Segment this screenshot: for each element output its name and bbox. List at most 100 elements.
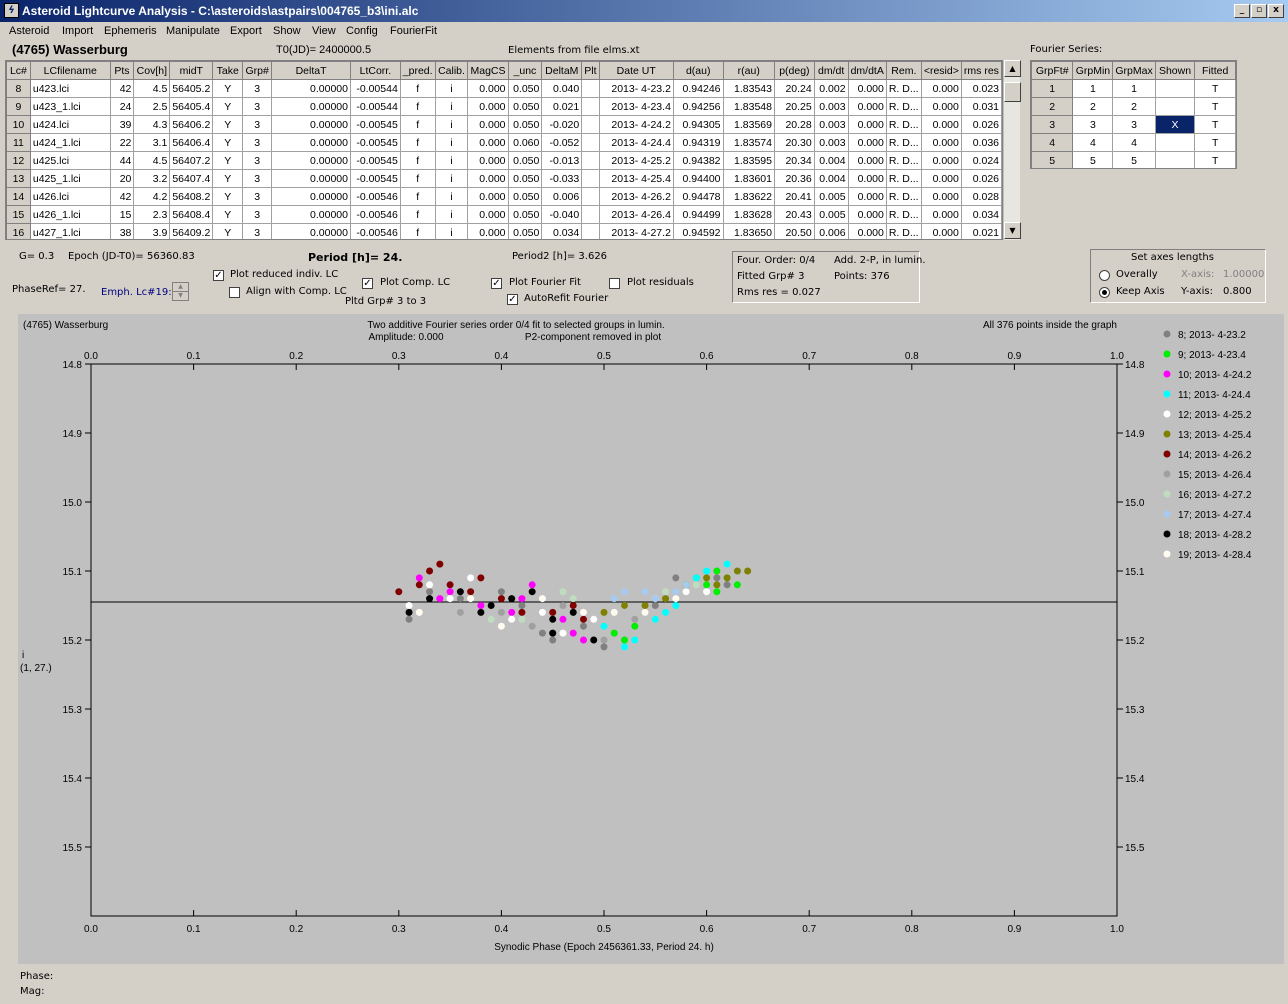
menu-export[interactable]: Export (230, 25, 262, 37)
table-cell[interactable]: -0.00546 (349, 205, 401, 224)
table-cell[interactable]: 3 (242, 169, 273, 188)
menu-view[interactable]: View (312, 25, 336, 37)
table-cell[interactable]: 20.24 (774, 79, 815, 98)
lc-column-header[interactable]: Grp# (242, 61, 273, 80)
lc-column-header[interactable]: <resid> (920, 61, 962, 80)
plot-fourier-checkbox[interactable]: ✓ (491, 278, 502, 289)
table-cell[interactable]: X (1154, 115, 1196, 134)
lc-column-header[interactable]: Rem. (885, 61, 922, 80)
table-cell[interactable]: 56405.2 (169, 79, 214, 98)
table-cell[interactable]: 56408.4 (169, 205, 214, 224)
table-cell[interactable]: 0.000 (847, 223, 887, 239)
table-cell[interactable]: Y (212, 97, 244, 116)
fourier-column-header[interactable]: GrpMax (1112, 61, 1156, 80)
table-cell[interactable] (581, 169, 600, 188)
table-cell[interactable]: 4.5 (133, 151, 171, 170)
table-cell[interactable]: 0.026 (960, 115, 1002, 134)
table-cell[interactable]: 0.000 (467, 79, 509, 98)
table-row[interactable]: 333XT (1031, 115, 1236, 134)
row-header[interactable]: 11 (6, 133, 31, 152)
table-cell[interactable]: 0.005 (813, 205, 849, 224)
table-cell[interactable]: 0.00000 (271, 79, 351, 98)
table-cell[interactable]: 3 (242, 115, 273, 134)
lightcurve-plot[interactable]: (4765) Wasserburg Two additive Fourier se… (18, 314, 1284, 964)
plot-residuals-checkbox[interactable] (609, 278, 620, 289)
table-cell[interactable]: 0.028 (960, 187, 1002, 206)
table-cell[interactable]: 38 (109, 223, 135, 239)
lc-column-header[interactable]: dm/dtA (847, 61, 887, 80)
lc-column-header[interactable]: LtCorr. (349, 61, 401, 80)
table-cell[interactable]: 0.034 (960, 205, 1002, 224)
fourier-column-header[interactable]: Fitted (1194, 61, 1236, 80)
table-cell[interactable]: 0.050 (507, 169, 543, 188)
table-cell[interactable]: 0.000 (920, 151, 962, 170)
table-cell[interactable]: T (1194, 97, 1236, 116)
table-cell[interactable] (581, 223, 600, 239)
lc-column-header[interactable]: midT (169, 61, 214, 80)
table-cell[interactable]: 0.000 (467, 97, 509, 116)
spin-down-icon[interactable]: ▼ (173, 292, 188, 300)
table-cell[interactable]: i (434, 97, 469, 116)
table-cell[interactable]: 0.00000 (271, 97, 351, 116)
table-cell[interactable]: R. D... (885, 115, 922, 134)
table-cell[interactable]: 2013- 4-24.2 (598, 115, 674, 134)
row-header[interactable]: 16 (6, 223, 31, 239)
table-cell[interactable]: 39 (109, 115, 135, 134)
table-cell[interactable]: 0.000 (920, 169, 962, 188)
table-cell[interactable]: u423_1.lci (29, 97, 111, 116)
table-cell[interactable]: 0.004 (813, 169, 849, 188)
table-cell[interactable]: 0.050 (507, 151, 543, 170)
table-cell[interactable]: 0.000 (920, 115, 962, 134)
table-cell[interactable]: 4.3 (133, 115, 171, 134)
lc-column-header[interactable]: LCfilename (29, 61, 111, 80)
table-cell[interactable]: 0.000 (847, 169, 887, 188)
lc-column-header[interactable]: DeltaM (541, 61, 583, 80)
table-cell[interactable]: i (434, 223, 469, 239)
table-cell[interactable]: -0.033 (541, 169, 583, 188)
menu-fourierfit[interactable]: FourierFit (390, 25, 437, 37)
table-cell[interactable]: T (1194, 115, 1236, 134)
lc-column-header[interactable]: d(au) (672, 61, 724, 80)
lc-column-header[interactable]: Plt (581, 61, 600, 80)
table-cell[interactable]: 0.006 (541, 187, 583, 206)
row-header[interactable]: 13 (6, 169, 31, 188)
row-header[interactable]: 15 (6, 205, 31, 224)
table-cell[interactable]: -0.00545 (349, 169, 401, 188)
table-cell[interactable]: R. D... (885, 187, 922, 206)
table-cell[interactable]: R. D... (885, 205, 922, 224)
table-cell[interactable]: 56407.2 (169, 151, 214, 170)
table-row[interactable]: 444T (1031, 133, 1236, 152)
row-header[interactable]: 1 (1031, 79, 1074, 98)
table-cell[interactable]: 0.00000 (271, 115, 351, 134)
table-cell[interactable]: 0.000 (467, 169, 509, 188)
table-cell[interactable]: 0.000 (467, 187, 509, 206)
row-header[interactable]: 12 (6, 151, 31, 170)
table-cell[interactable]: 2013- 4-23.2 (598, 79, 674, 98)
table-cell[interactable]: 1.83628 (722, 205, 776, 224)
row-header[interactable]: 2 (1031, 97, 1074, 116)
table-cell[interactable]: 0.00000 (271, 187, 351, 206)
table-cell[interactable] (581, 205, 600, 224)
table-row[interactable]: 222T (1031, 97, 1236, 116)
table-cell[interactable]: 0.94246 (672, 79, 724, 98)
table-cell[interactable]: -0.00544 (349, 97, 401, 116)
table-cell[interactable] (581, 115, 600, 134)
plot-reduced-checkbox[interactable]: ✓ (213, 270, 224, 281)
table-cell[interactable]: 56408.2 (169, 187, 214, 206)
table-cell[interactable]: 2013- 4-27.2 (598, 223, 674, 239)
row-header[interactable]: 9 (6, 97, 31, 116)
table-cell[interactable]: i (434, 205, 469, 224)
table-cell[interactable]: 4 (1112, 133, 1156, 152)
table-cell[interactable]: 0.000 (920, 97, 962, 116)
table-cell[interactable]: 0.000 (847, 187, 887, 206)
table-cell[interactable]: 15 (109, 205, 135, 224)
table-cell[interactable]: 0.000 (847, 151, 887, 170)
table-cell[interactable]: 3 (242, 223, 273, 239)
table-cell[interactable]: 0.94400 (672, 169, 724, 188)
table-cell[interactable]: -0.00546 (349, 223, 401, 239)
table-cell[interactable]: 0.000 (920, 205, 962, 224)
table-cell[interactable]: 56407.4 (169, 169, 214, 188)
menu-ephemeris[interactable]: Ephemeris (104, 25, 157, 37)
table-cell[interactable]: 44 (109, 151, 135, 170)
table-cell[interactable]: 1.83595 (722, 151, 776, 170)
